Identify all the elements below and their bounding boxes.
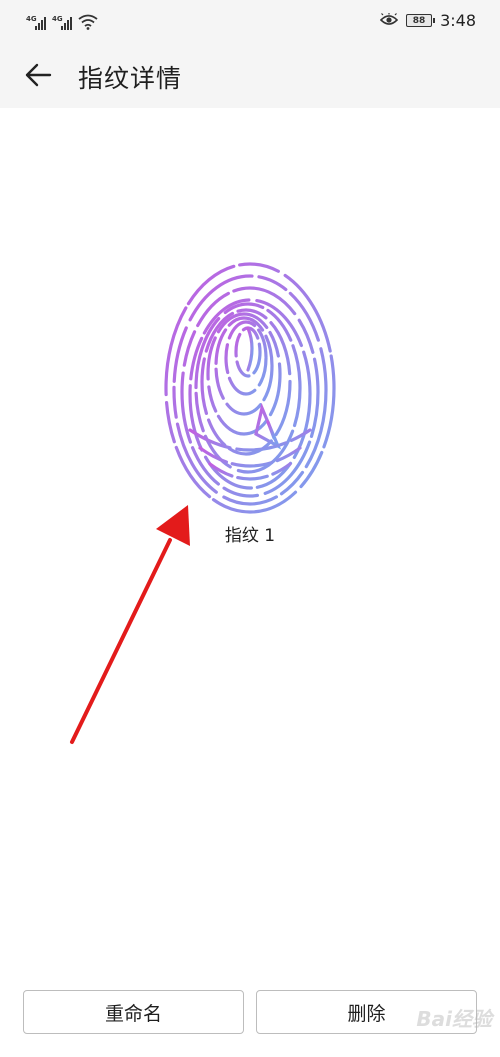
fingerprint-icon [160,258,340,518]
back-arrow-icon [25,63,52,87]
network-type-label: 4G [52,15,63,23]
fingerprint-name: 指纹 1 [224,526,276,546]
signal-icon: 4G [52,15,72,30]
watermark: Bai经验 [416,1007,492,1031]
network-type-label: 4G [26,15,37,23]
status-right: 88 3:48 [380,8,476,32]
battery-level: 88 [412,15,426,26]
status-left: 4G 4G [26,10,98,30]
page-title: 指纹详情 [78,64,183,93]
back-button[interactable] [16,55,60,95]
fingerprint-detail-content: 指纹 1 [0,108,500,988]
eye-comfort-icon [380,13,399,25]
rename-button[interactable]: 重命名 [23,990,244,1034]
status-bar: 4G 4G 88 3:48 [0,0,500,42]
status-time: 3:48 [440,10,476,30]
signal-icon: 4G [26,15,46,30]
wifi-icon [78,14,98,30]
battery-icon: 88 [406,13,436,27]
title-bar: 指纹详情 [0,42,500,108]
red-arrow-icon [70,505,190,744]
